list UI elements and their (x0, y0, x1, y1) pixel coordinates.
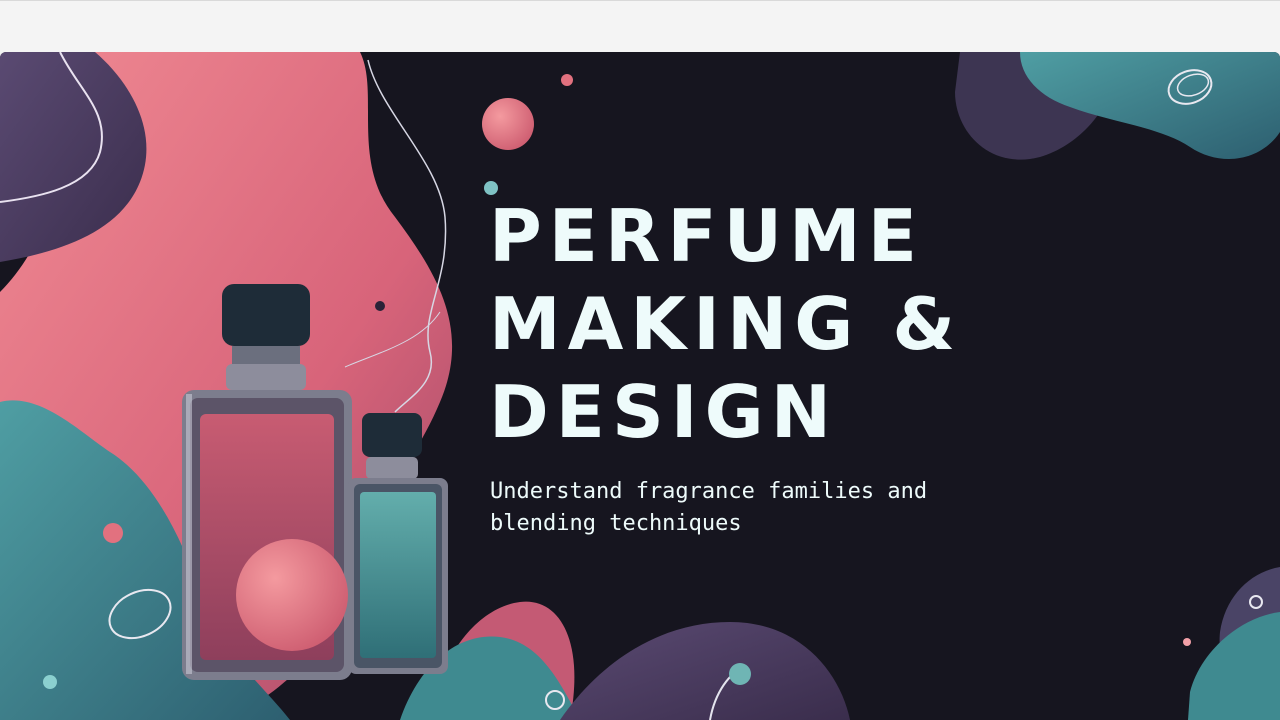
slide-title-line-2: MAKING & (489, 282, 963, 366)
ball-top (482, 98, 534, 150)
perfume-bottle-small (348, 413, 448, 674)
purple-blob-bottom (560, 622, 850, 720)
slide-title: PERFUME MAKING & DESIGN (489, 192, 962, 456)
slide-subtitle: Understand fragrance families and blendi… (490, 479, 928, 536)
dot-pink-small (561, 74, 573, 86)
slide-canvas: PERFUME MAKING & DESIGN Understand fragr… (0, 52, 1280, 720)
dot-pink-left (103, 523, 123, 543)
pink-sphere (236, 539, 348, 651)
dot-teal-left (43, 675, 57, 689)
browser-top-bar (0, 0, 1280, 52)
dot-teal-bottom (729, 663, 751, 685)
slide-title-line-3: DESIGN (489, 370, 838, 454)
slide-title-line-1: PERFUME (489, 194, 924, 278)
dot-dark (375, 301, 385, 311)
dot-pink-right (1183, 638, 1191, 646)
